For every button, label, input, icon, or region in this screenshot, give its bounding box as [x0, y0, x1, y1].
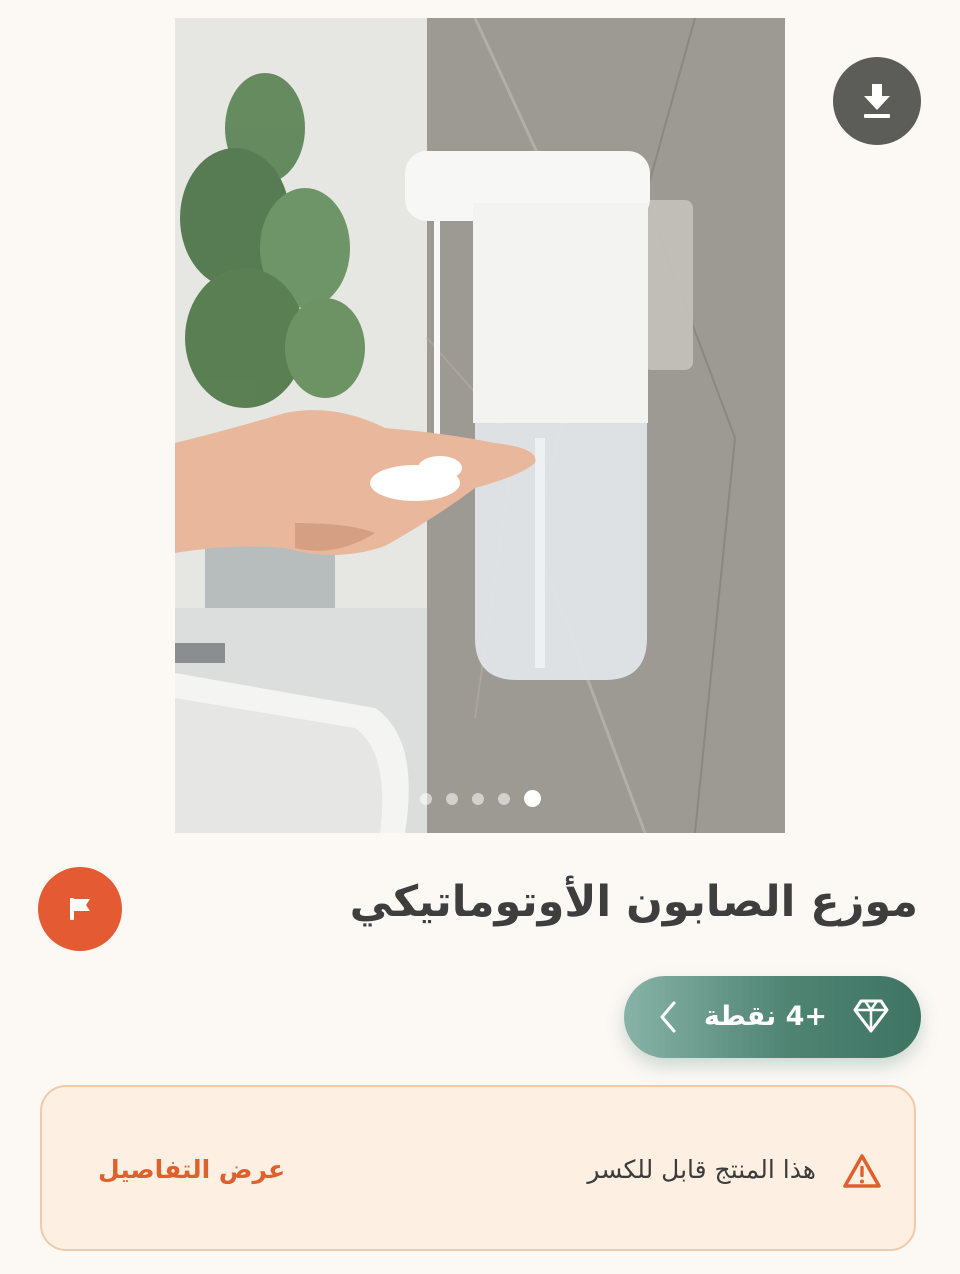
pagination-dot[interactable]	[471, 792, 484, 805]
report-button[interactable]	[38, 867, 122, 951]
points-label: +4 نقطة	[703, 1001, 827, 1032]
pagination-dot[interactable]	[419, 792, 432, 805]
fragile-notice-message: هذا المنتج قابل للكسر	[587, 1155, 816, 1184]
fragile-notice: هذا المنتج قابل للكسر عرض التفاصيل	[40, 1085, 916, 1251]
flag-icon	[70, 898, 90, 920]
product-image	[175, 18, 785, 833]
pagination-dot[interactable]	[445, 792, 458, 805]
chevron-left-icon	[660, 1001, 676, 1033]
points-reward-button[interactable]: +4 نقطة	[624, 976, 921, 1058]
warning-icon	[843, 1154, 881, 1188]
product-title: موزع الصابون الأوتوماتيكي	[349, 877, 918, 927]
pagination-dot-active[interactable]	[523, 790, 541, 807]
download-button[interactable]	[833, 57, 921, 145]
view-details-link[interactable]: عرض التفاصيل	[98, 1087, 285, 1253]
diamond-icon	[853, 999, 889, 1033]
gallery-pagination	[175, 790, 785, 807]
download-icon	[864, 84, 890, 118]
pagination-dot[interactable]	[497, 792, 510, 805]
product-image-gallery[interactable]	[175, 18, 785, 833]
